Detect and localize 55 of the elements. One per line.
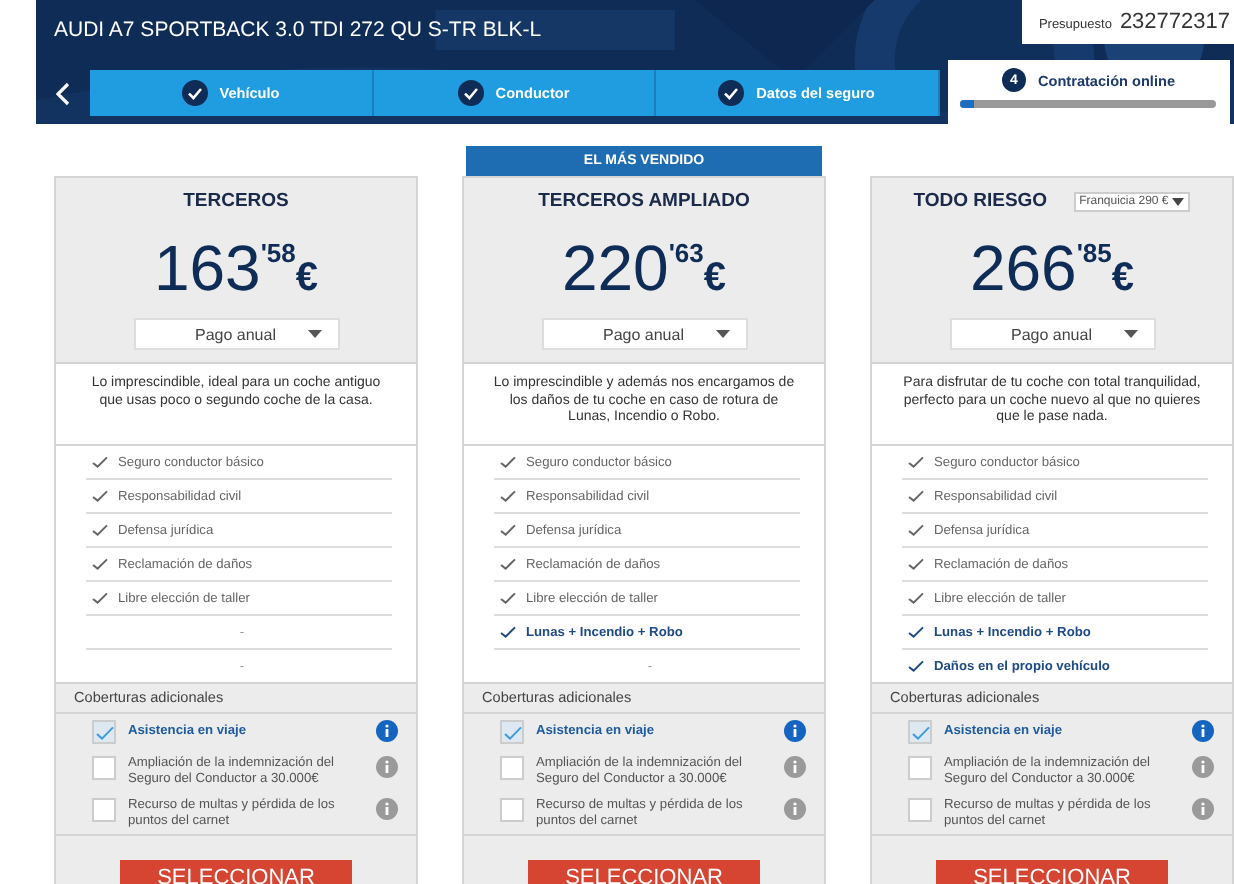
check-icon <box>908 524 924 536</box>
info-icon[interactable] <box>376 756 398 778</box>
info-icon[interactable] <box>1192 720 1214 742</box>
payment-dropdown[interactable]: Pago anual <box>541 318 747 350</box>
check-icon <box>908 660 924 672</box>
info-icon[interactable] <box>376 798 398 820</box>
budget-number: 232772317 <box>1119 10 1230 34</box>
vehicle-title: AUDI A7 SPORTBACK 3.0 TDI 272 QU S-TR BLK-L <box>54 18 542 42</box>
check-icon <box>500 558 516 570</box>
payment-dropdown[interactable]: Pago anual <box>949 318 1155 350</box>
check-icon <box>908 626 924 638</box>
caret-icon <box>1172 197 1185 205</box>
info-icon[interactable] <box>784 720 806 742</box>
checkbox[interactable] <box>500 720 524 744</box>
info-icon[interactable] <box>1192 756 1214 778</box>
caret-icon <box>715 330 729 338</box>
info-icon[interactable] <box>784 798 806 820</box>
caret-icon <box>1123 330 1137 338</box>
caret-icon <box>307 330 321 338</box>
select-button[interactable]: SELECCIONAR <box>120 860 352 884</box>
check-icon <box>92 456 108 468</box>
checkbox[interactable] <box>908 756 932 780</box>
check-icon <box>92 558 108 570</box>
check-icon <box>908 558 924 570</box>
check-icon <box>500 626 516 638</box>
check-icon <box>92 524 108 536</box>
check-icon <box>908 456 924 468</box>
check-icon <box>500 524 516 536</box>
plan-title: TODO RIESGO <box>913 190 1048 212</box>
back-icon <box>56 81 70 105</box>
checkbox[interactable] <box>92 720 116 744</box>
select-button[interactable]: SELECCIONAR <box>528 860 760 884</box>
price: 220$^{'63}$ € <box>561 230 727 308</box>
info-icon[interactable] <box>376 720 398 742</box>
checkbox[interactable] <box>908 720 932 744</box>
payment-dropdown[interactable]: Pago anual <box>133 318 339 350</box>
price: 163$^{'58}$ € <box>153 230 319 308</box>
price: 266$^{'85}$ € <box>969 230 1135 308</box>
check-icon <box>500 490 516 502</box>
select-button[interactable]: SELECCIONAR <box>936 860 1168 884</box>
check-icon <box>92 592 108 604</box>
checkbox[interactable] <box>908 798 932 822</box>
checkbox[interactable] <box>500 756 524 780</box>
checkbox[interactable] <box>92 798 116 822</box>
checkbox[interactable] <box>92 756 116 780</box>
check-icon <box>500 592 516 604</box>
check-icon <box>908 490 924 502</box>
check-icon <box>908 592 924 604</box>
plan-title: TERCEROS AMPLIADO <box>538 190 750 212</box>
check-icon <box>500 456 516 468</box>
plan-title: TERCEROS <box>183 190 289 212</box>
check-icon <box>92 490 108 502</box>
info-icon[interactable] <box>784 756 806 778</box>
checkbox[interactable] <box>500 798 524 822</box>
info-icon[interactable] <box>1192 798 1214 820</box>
